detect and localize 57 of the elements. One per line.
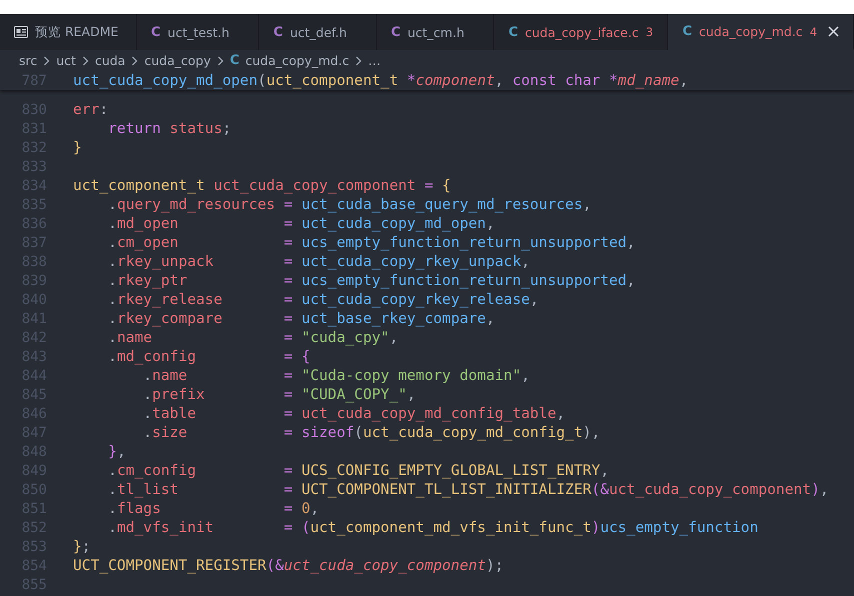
c-file-icon: C [682, 24, 692, 39]
tab-label: cuda_copy_md.c [698, 24, 803, 39]
code-line: .name = "Cuda-copy memory domain", [142, 367, 530, 384]
code-line: } [73, 139, 82, 156]
tab-label: uct_cm.h [407, 24, 464, 40]
breadcrumb-item[interactable]: uct [56, 53, 76, 68]
code-line: .cm_config = UCS_CONFIG_EMPTY_GLOBAL_LIST_ENTRY, [107, 462, 609, 479]
c-file-icon: C [273, 24, 283, 40]
code-line: .md_open = uct_cuda_copy_md_open, [107, 215, 495, 232]
editor-tab[interactable]: C uct_cm.h [376, 14, 494, 50]
chevron-icon [43, 56, 50, 66]
breadcrumb-item[interactable]: src [19, 53, 38, 68]
code-line: .md_config = { [107, 348, 310, 365]
tab-label: uct_def.h [290, 24, 347, 40]
tab-label: uct_test.h [168, 24, 230, 40]
c-file-icon: C [151, 24, 161, 40]
chevron-icon [355, 56, 362, 66]
close-icon[interactable] [828, 26, 840, 37]
code-line: .name = "cuda_cpy", [107, 329, 398, 346]
code-line: .rkey_release = uct_cuda_copy_rkey_release, [107, 291, 539, 308]
c-file-icon: C [390, 24, 400, 40]
editor-tab[interactable]: C uct_test.h [137, 14, 260, 50]
code-line: }; [73, 538, 91, 555]
preview-icon [14, 26, 28, 38]
code-line: return status; [107, 120, 232, 137]
code-line: .tl_list = UCT_COMPONENT_TL_LIST_INITIALIZER(&uct_cuda_copy_component), [107, 481, 829, 498]
code-line: }, [107, 443, 126, 460]
code-line: UCT_COMPONENT_REGISTER(&uct_cuda_copy_component); [73, 557, 504, 574]
tab-label: cuda_copy_iface.c [525, 24, 639, 40]
editor-tab[interactable]: 预览 README [0, 14, 137, 50]
code-line: .size = sizeof(uct_cuda_copy_md_config_t), [142, 424, 600, 441]
code-line: .cm_open = ucs_empty_function_return_unsupported, [107, 234, 636, 251]
breadcrumb-item[interactable]: cuda_copy_md.c [245, 53, 350, 68]
c-file-icon: C [230, 53, 240, 68]
chevron-icon [131, 56, 138, 66]
chevron-icon [82, 56, 89, 66]
code-line: uct_cuda_copy_md_open(uct_component_t *component, const char *md_name, [73, 72, 688, 89]
breadcrumb-item[interactable]: cuda_copy [144, 53, 211, 68]
code-line: err: [73, 101, 108, 118]
editor-tab[interactable]: C uct_def.h [259, 14, 377, 50]
problem-count: 4 [810, 24, 818, 38]
code-line: .rkey_ptr = ucs_empty_function_return_unsupported, [107, 272, 636, 289]
c-file-icon: C [508, 24, 518, 40]
problem-count: 3 [646, 25, 654, 39]
editor-tab[interactable]: C cuda_copy_md.c 4 [668, 14, 854, 50]
code-line: uct_component_t uct_cuda_copy_component = { [73, 177, 451, 194]
code-line: .query_md_resources = uct_cuda_base_query_md_resources, [107, 196, 592, 213]
code-line: .md_vfs_init = (uct_component_md_vfs_init_func_t)ucs_empty_function [107, 519, 758, 536]
tab-label: 预览 README [35, 24, 118, 40]
chevron-icon [216, 56, 224, 66]
code-line: .rkey_unpack = uct_cuda_copy_rkey_unpack, [107, 253, 530, 270]
breadcrumb-item[interactable]: … [368, 53, 381, 68]
code-line: .flags = 0, [107, 500, 320, 517]
breadcrumb-item[interactable]: cuda [94, 53, 126, 68]
code-line: .prefix = "CUDA_COPY_", [142, 386, 416, 403]
code-line: .table = uct_cuda_copy_md_config_table, [142, 405, 566, 422]
code-line: .rkey_compare = uct_base_rkey_compare, [107, 310, 495, 327]
